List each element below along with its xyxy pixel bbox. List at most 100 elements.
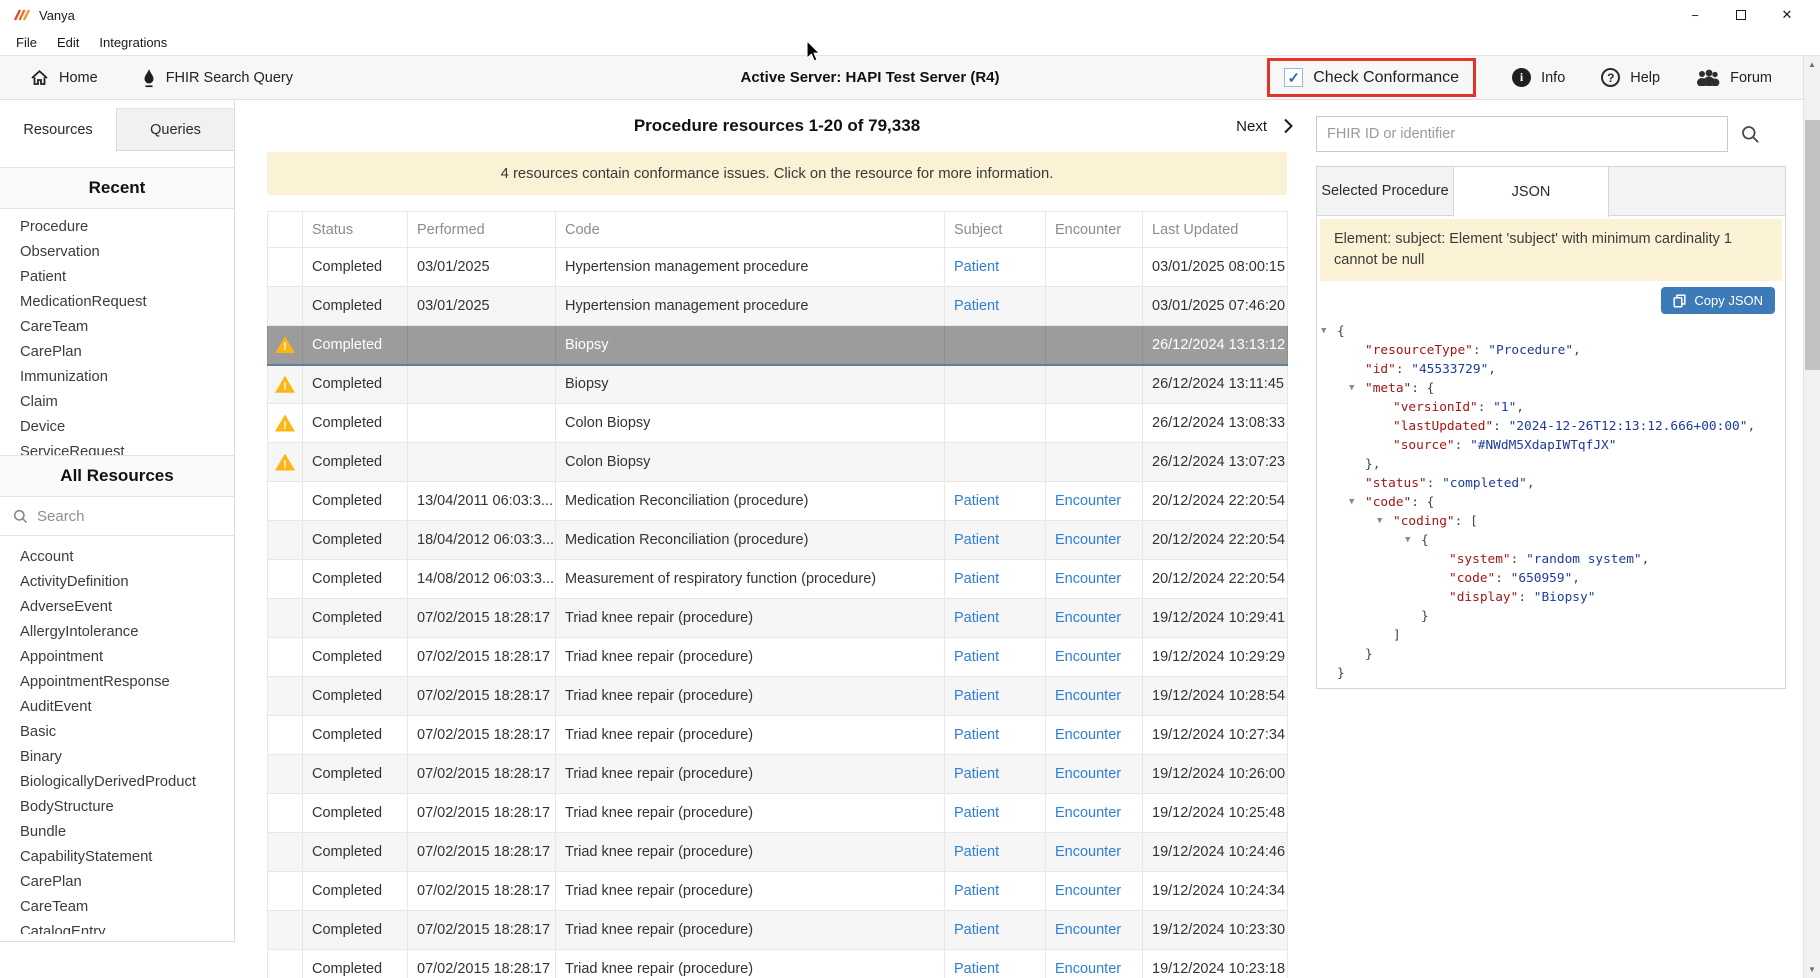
table-header-cell[interactable] <box>268 212 303 248</box>
sidebar-item[interactable]: Basic <box>0 719 234 744</box>
encounter-link[interactable]: Encounter <box>1055 532 1121 548</box>
table-row[interactable]: Completed Biopsy 26/12/2024 13:13:12 <box>268 326 1288 365</box>
scroll-down-button[interactable]: ▼ <box>1804 961 1820 978</box>
table-header-cell[interactable]: Code <box>556 212 945 248</box>
subject-link[interactable]: Patient <box>954 532 999 548</box>
check-conformance-label[interactable]: Check Conformance <box>1313 69 1459 87</box>
sidebar-item[interactable]: Bundle <box>0 819 234 844</box>
table-row[interactable]: Completed 07/02/2015 18:28:17 Triad knee… <box>268 677 1288 716</box>
table-row[interactable]: Completed 03/01/2025 Hypertension manage… <box>268 248 1288 287</box>
sidebar-item[interactable]: Binary <box>0 744 234 769</box>
tab-resources[interactable]: Resources <box>0 108 117 152</box>
table-row[interactable]: Completed 07/02/2015 18:28:17 Triad knee… <box>268 950 1288 978</box>
table-header-cell[interactable]: Subject <box>945 212 1046 248</box>
table-row[interactable]: Completed 07/02/2015 18:28:17 Triad knee… <box>268 833 1288 872</box>
table-header-cell[interactable]: Status <box>303 212 408 248</box>
sidebar-item[interactable]: Device <box>0 414 234 439</box>
tab-queries[interactable]: Queries <box>117 108 234 150</box>
encounter-link[interactable]: Encounter <box>1055 883 1121 899</box>
subject-link[interactable]: Patient <box>954 883 999 899</box>
expand-arrow-icon[interactable]: ▼ <box>1405 531 1410 550</box>
encounter-link[interactable]: Encounter <box>1055 727 1121 743</box>
next-button[interactable]: Next <box>1236 118 1293 135</box>
encounter-link[interactable]: Encounter <box>1055 922 1121 938</box>
table-row[interactable]: Completed 07/02/2015 18:28:17 Triad knee… <box>268 599 1288 638</box>
help-button[interactable]: ? Help <box>1601 68 1660 87</box>
sidebar-item[interactable]: CareTeam <box>0 314 234 339</box>
table-row[interactable]: Completed Biopsy 26/12/2024 13:11:45 <box>268 365 1288 404</box>
scrollbar-thumb[interactable] <box>1805 120 1820 370</box>
expand-arrow-icon[interactable]: ▼ <box>1349 493 1354 512</box>
table-row[interactable]: Completed 07/02/2015 18:28:17 Triad knee… <box>268 911 1288 950</box>
maximize-button[interactable] <box>1718 0 1764 30</box>
table-row[interactable]: Completed 03/01/2025 Hypertension manage… <box>268 287 1288 326</box>
subject-link[interactable]: Patient <box>954 805 999 821</box>
scroll-up-button[interactable]: ▲ <box>1804 56 1820 73</box>
sidebar-item[interactable]: AllergyIntolerance <box>0 619 234 644</box>
sidebar-item[interactable]: BiologicallyDerivedProduct <box>0 769 234 794</box>
sidebar-item[interactable]: AppointmentResponse <box>0 669 234 694</box>
encounter-link[interactable]: Encounter <box>1055 688 1121 704</box>
sidebar-item[interactable]: CarePlan <box>0 339 234 364</box>
subject-link[interactable]: Patient <box>954 766 999 782</box>
scrollbar-track[interactable]: ▲ ▼ <box>1803 56 1820 978</box>
table-row[interactable]: Completed Colon Biopsy 26/12/2024 13:07:… <box>268 443 1288 482</box>
subject-link[interactable]: Patient <box>954 688 999 704</box>
sidebar-item[interactable]: Claim <box>0 389 234 414</box>
sidebar-item[interactable]: CarePlan <box>0 869 234 894</box>
table-row[interactable]: Completed 14/08/2012 06:03:3... Measurem… <box>268 560 1288 599</box>
subject-link[interactable]: Patient <box>954 922 999 938</box>
encounter-link[interactable]: Encounter <box>1055 766 1121 782</box>
menu-item[interactable]: Integrations <box>89 35 177 50</box>
menu-item[interactable]: File <box>6 35 47 50</box>
sidebar-item[interactable]: Immunization <box>0 364 234 389</box>
subject-link[interactable]: Patient <box>954 259 999 275</box>
sidebar-item[interactable]: CatalogEntry <box>0 919 234 934</box>
encounter-link[interactable]: Encounter <box>1055 610 1121 626</box>
table-header-cell[interactable]: Last Updated <box>1143 212 1288 248</box>
subject-link[interactable]: Patient <box>954 649 999 665</box>
tab-json[interactable]: JSON <box>1453 167 1609 217</box>
home-button[interactable]: Home <box>30 69 98 86</box>
expand-arrow-icon[interactable]: ▼ <box>1321 322 1326 341</box>
copy-json-button[interactable]: Copy JSON <box>1661 287 1775 314</box>
encounter-link[interactable]: Encounter <box>1055 961 1121 977</box>
expand-arrow-icon[interactable]: ▼ <box>1349 379 1354 398</box>
fhir-search-query-button[interactable]: FHIR Search Query <box>142 68 293 88</box>
sidebar-item[interactable]: AdverseEvent <box>0 594 234 619</box>
close-button[interactable]: ✕ <box>1764 0 1810 30</box>
table-row[interactable]: Completed 13/04/2011 06:03:3... Medicati… <box>268 482 1288 521</box>
tab-selected-procedure[interactable]: Selected Procedure <box>1317 167 1453 215</box>
sidebar-item[interactable]: CareTeam <box>0 894 234 919</box>
subject-link[interactable]: Patient <box>954 844 999 860</box>
table-header-cell[interactable]: Encounter <box>1046 212 1143 248</box>
encounter-link[interactable]: Encounter <box>1055 805 1121 821</box>
subject-link[interactable]: Patient <box>954 493 999 509</box>
subject-link[interactable]: Patient <box>954 961 999 977</box>
sidebar-item[interactable]: BodyStructure <box>0 794 234 819</box>
encounter-link[interactable]: Encounter <box>1055 844 1121 860</box>
sidebar-item[interactable]: MedicationRequest <box>0 289 234 314</box>
sidebar-item[interactable]: ActivityDefinition <box>0 569 234 594</box>
table-row[interactable]: Completed 07/02/2015 18:28:17 Triad knee… <box>268 716 1288 755</box>
subject-link[interactable]: Patient <box>954 571 999 587</box>
expand-arrow-icon[interactable]: ▼ <box>1377 512 1382 531</box>
sidebar-item[interactable]: Procedure <box>0 214 234 239</box>
subject-link[interactable]: Patient <box>954 298 999 314</box>
sidebar-item[interactable]: CapabilityStatement <box>0 844 234 869</box>
encounter-link[interactable]: Encounter <box>1055 571 1121 587</box>
subject-link[interactable]: Patient <box>954 610 999 626</box>
sidebar-search-input[interactable] <box>37 508 197 525</box>
search-icon[interactable] <box>1741 125 1760 144</box>
check-conformance-checkbox[interactable]: ✓ <box>1284 68 1303 87</box>
minimize-button[interactable]: − <box>1672 0 1718 30</box>
forum-button[interactable]: Forum <box>1696 69 1772 86</box>
sidebar-item[interactable]: Appointment <box>0 644 234 669</box>
sidebar-item[interactable]: Account <box>0 544 234 569</box>
subject-link[interactable]: Patient <box>954 727 999 743</box>
info-button[interactable]: i Info <box>1512 68 1565 87</box>
table-row[interactable]: Completed 07/02/2015 18:28:17 Triad knee… <box>268 794 1288 833</box>
sidebar-item[interactable]: Patient <box>0 264 234 289</box>
table-header-cell[interactable]: Performed <box>408 212 556 248</box>
sidebar-item[interactable]: AuditEvent <box>0 694 234 719</box>
